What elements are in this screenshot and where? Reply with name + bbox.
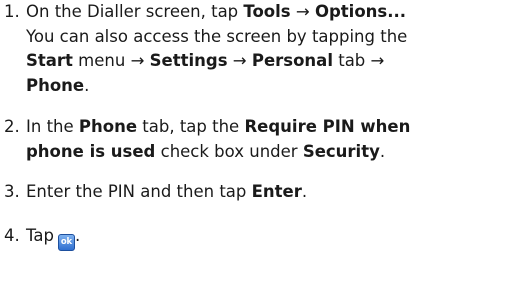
ui-term: Security <box>302 141 380 161</box>
step-text: On the Dialler screen, tap Tools → Optio… <box>26 0 518 98</box>
ui-term: Tools <box>243 2 291 21</box>
step-number: 3. <box>4 182 20 201</box>
text-run: . <box>301 182 308 201</box>
step-number: 2. <box>4 117 20 136</box>
text-run: tab → <box>332 51 385 70</box>
text-run: . <box>379 141 386 161</box>
text-run: . <box>74 226 81 245</box>
step-text: In the Phone tab, tap the Require PIN wh… <box>26 115 518 164</box>
text-line: You can also access the screen by tappin… <box>26 25 518 50</box>
text-run: → <box>290 2 315 21</box>
ui-term: Phone <box>78 117 138 136</box>
step-text: Enter the PIN and then tap Enter. <box>26 180 518 205</box>
text-run: On the Dialler screen, tap <box>26 2 244 21</box>
text-run: In the <box>26 117 79 136</box>
text-run: Tap <box>26 226 54 245</box>
ui-term: Enter <box>251 182 302 201</box>
text-run: Enter the PIN and then tap <box>26 182 252 201</box>
ui-term: Require PIN when <box>244 117 411 136</box>
step-number: 1. <box>4 2 20 21</box>
text-line: phone is used check box under Security. <box>26 140 518 165</box>
ok-icon: ok <box>57 234 75 251</box>
ui-term: Phone <box>26 75 85 95</box>
step-number: 4. <box>4 226 20 245</box>
text-run: tab, tap the <box>137 117 245 136</box>
ui-term: Personal <box>251 51 333 70</box>
text-run: → <box>227 51 252 70</box>
text-line: In the Phone tab, tap the Require PIN wh… <box>26 115 518 140</box>
text-run: You can also access the screen by tappin… <box>26 26 408 46</box>
ui-term: Settings <box>149 51 228 70</box>
text-run: menu → <box>72 51 150 70</box>
text-line: On the Dialler screen, tap Tools → Optio… <box>26 0 518 25</box>
text-run: . <box>84 75 90 95</box>
step-text: Tap ok. <box>26 224 518 251</box>
ui-term: phone is used <box>26 141 156 161</box>
instruction-document: 1. On the Dialler screen, tap Tools → Op… <box>0 0 521 287</box>
text-line: Enter the PIN and then tap Enter. <box>26 180 518 205</box>
text-line: Start menu → Settings → Personal tab → <box>26 49 518 74</box>
ui-term: Start <box>26 51 73 70</box>
text-run: check box under <box>155 141 303 161</box>
ui-term: Options... <box>314 2 407 21</box>
text-line: Tap ok. <box>26 224 518 251</box>
text-line: Phone. <box>26 74 518 99</box>
